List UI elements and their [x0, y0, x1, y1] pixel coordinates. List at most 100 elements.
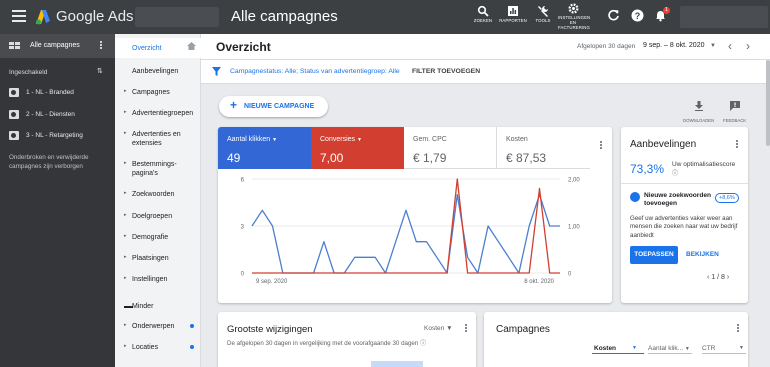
page-nav: Overzicht Aanbevelingen ▸ Campagnes ▸ Ad… — [115, 34, 201, 367]
divider — [621, 183, 748, 184]
notification-badge: 1 — [663, 7, 670, 14]
column-header-ctr[interactable]: CTR — [702, 345, 715, 352]
sidebar-campaign-3[interactable]: 3 - NL - Retargeting — [9, 130, 113, 144]
reports-label: RAPPORTEN — [499, 18, 527, 23]
previous-period-icon[interactable]: ‹ — [728, 39, 732, 53]
ctr-dropdown-icon[interactable]: ▼ — [739, 345, 744, 351]
nav-label: Doelgroepen — [132, 213, 173, 220]
change-bar — [371, 361, 423, 367]
filter-text[interactable]: Campagnestatus: Alle; Status van adverte… — [230, 68, 400, 75]
tools-button[interactable]: TOOLS — [528, 5, 558, 23]
add-filter-button[interactable]: FILTER TOEVOEGEN — [412, 68, 480, 75]
tools-label: TOOLS — [535, 18, 551, 23]
more-vert-icon[interactable] — [465, 324, 467, 334]
chevron-right-icon: ▸ — [124, 322, 127, 328]
settings-button[interactable]: INSTELLINGEN EN FACTURERING — [558, 3, 590, 30]
more-vert-icon[interactable] — [600, 141, 602, 151]
download-button[interactable]: DOWNLOADEN — [683, 98, 714, 123]
download-label: DOWNLOADEN — [683, 118, 715, 123]
filter-icon[interactable] — [212, 67, 221, 76]
download-icon — [694, 101, 703, 111]
x-tick-label: 8 okt. 2020 — [524, 279, 554, 285]
nav-item-instellingen[interactable]: ▸ Instellingen — [115, 274, 201, 286]
nav-item-doelgroepen[interactable]: ▸ Doelgroepen — [115, 211, 201, 223]
hidden-campaigns-note: Onderbroken en verwijderde campagnes zij… — [9, 154, 89, 170]
sidebar-campaign-2[interactable]: 2 - NL - Diensten — [9, 109, 113, 123]
menu-icon[interactable] — [12, 10, 26, 22]
campaigns-card — [484, 312, 748, 367]
page-scrollbar[interactable] — [766, 60, 770, 146]
date-dropdown-icon[interactable]: ▼ — [710, 43, 716, 49]
new-campaign-label: NIEUWE CAMPAGNE — [244, 103, 315, 110]
nav-label: Onderwerpen — [132, 323, 175, 330]
sidebar-campaign-label: 2 - NL - Diensten — [26, 111, 75, 118]
info-icon: ⓘ — [672, 170, 679, 177]
search-icon — [477, 5, 489, 17]
campaigns-card-title: Campagnes — [496, 324, 550, 335]
clicks-series-line — [251, 194, 560, 274]
nav-item-bestemmingspaginas[interactable]: ▸ Bestemmings-pagina's — [115, 159, 201, 179]
more-vert-icon[interactable] — [100, 41, 102, 51]
metric-label: Kosten — [506, 136, 528, 143]
nav-item-zoekwoorden[interactable]: ▸ Zoekwoorden — [115, 189, 201, 201]
refresh-icon[interactable] — [607, 9, 620, 22]
column-header-kosten[interactable]: Kosten — [594, 345, 616, 352]
metric-tile-cost[interactable]: Kosten € 87,53 — [497, 127, 590, 169]
nav-label: Locaties — [132, 344, 159, 351]
nav-item-advertenties[interactable]: ▸ Advertenties en extensies — [115, 129, 201, 149]
account-avatar-area[interactable] — [680, 6, 768, 28]
sort-icon[interactable]: ⇅ — [97, 67, 103, 75]
metric-tile-conversions[interactable]: Conversies ▼ 7,00 — [311, 127, 404, 169]
top-bar: Google Ads Alle campagnes ZOEKEN RAPPORT… — [0, 0, 770, 34]
search-button[interactable]: ZOEKEN — [468, 5, 498, 23]
uplift-badge: +8,6% — [715, 193, 739, 203]
new-dot-icon — [190, 324, 194, 328]
prev-icon[interactable]: ‹ — [707, 274, 709, 281]
nav-item-advertentiegroepen[interactable]: ▸ Advertentiegroepen — [115, 108, 201, 120]
metric-value: € 1,79 — [413, 151, 447, 165]
changes-period-note: De afgelopen 30 dagen in vergelijking me… — [227, 340, 427, 347]
all-campaigns-item[interactable]: Alle campagnes — [0, 34, 115, 58]
optimization-score: 73,3% — [630, 162, 665, 176]
next-period-icon[interactable]: › — [746, 39, 750, 53]
more-vert-icon[interactable] — [737, 324, 739, 334]
nav-item-campagnes[interactable]: ▸ Campagnes — [115, 87, 201, 99]
metric-label: Conversies ▼ — [320, 136, 362, 143]
column-header-clicks[interactable]: Aantal klik... ▼ — [648, 345, 690, 352]
reports-button[interactable]: RAPPORTEN — [498, 5, 528, 23]
nav-item-plaatsingen[interactable]: ▸ Plaatsingen — [115, 253, 201, 265]
y-right-tick-label: 1,00 — [568, 225, 580, 231]
date-range-picker[interactable]: 9 sep. – 8 okt. 2020 — [643, 42, 705, 49]
metric-tile-cpc[interactable]: Gem. CPC € 1,79 — [404, 127, 497, 169]
view-button[interactable]: BEKIJKEN — [686, 251, 719, 258]
sort-down-icon: ▼ — [632, 345, 637, 351]
plus-icon: + — [230, 98, 238, 112]
feedback-label: FEEDBACK — [723, 118, 747, 123]
dropdown-icon: ▼ — [356, 137, 362, 143]
changes-metric-dropdown[interactable]: Kosten ▼ — [424, 325, 453, 332]
help-icon[interactable]: ? — [631, 9, 644, 22]
clicks-underline — [648, 353, 692, 354]
sidebar-campaign-1[interactable]: 1 - NL - Branded — [9, 87, 113, 101]
chevron-right-icon: ▸ — [124, 275, 127, 281]
optimization-score-label: Uw optimalisatiescore ⓘ — [672, 161, 736, 177]
next-icon[interactable]: › — [727, 274, 729, 281]
more-vert-icon[interactable] — [736, 140, 738, 150]
sidebar-campaign-label: 1 - NL - Branded — [26, 89, 74, 96]
grid-icon — [9, 42, 21, 50]
nav-item-onderwerpen[interactable]: ▸ Onderwerpen — [115, 321, 201, 333]
nav-item-overzicht[interactable]: Overzicht — [115, 38, 201, 58]
nav-item-demografie[interactable]: ▸ Demografie — [115, 232, 201, 244]
new-campaign-button[interactable]: + NIEUWE CAMPAGNE — [219, 96, 328, 117]
y-left-tick-label: 0 — [241, 272, 245, 278]
account-selector[interactable] — [135, 7, 219, 27]
reports-icon — [508, 6, 518, 16]
feedback-button[interactable]: FEEDBACK — [723, 98, 746, 123]
nav-item-locaties[interactable]: ▸ Locaties — [115, 342, 201, 354]
nav-item-minder[interactable]: Minder — [115, 301, 201, 313]
date-range-label: Afgelopen 30 dagen — [577, 43, 636, 50]
page-title: Alle campagnes — [231, 8, 338, 25]
nav-item-aanbevelingen[interactable]: Aanbevelingen — [115, 66, 201, 78]
apply-button[interactable]: TOEPASSEN — [630, 246, 678, 264]
metric-tile-clicks[interactable]: Aantal klikken ▼ 49 — [218, 127, 311, 169]
